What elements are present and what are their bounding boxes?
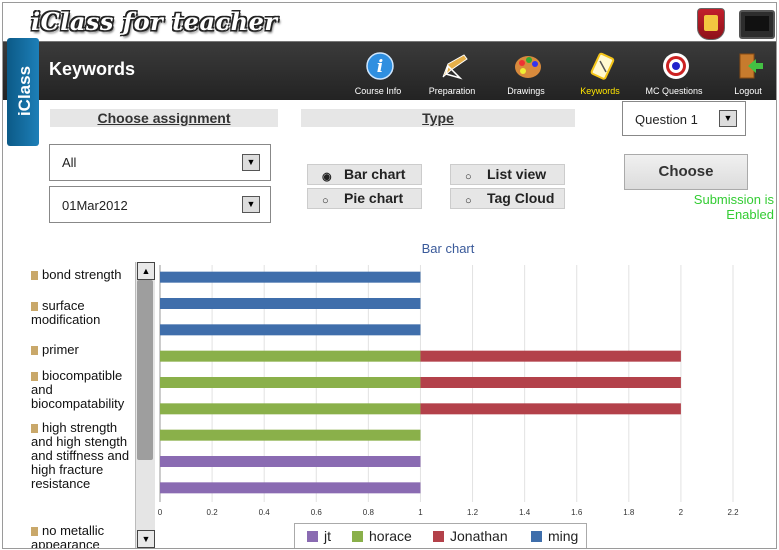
x-tick-label: 1.8 xyxy=(623,508,635,517)
bar-horace xyxy=(160,403,421,415)
x-tick-label: 1.2 xyxy=(467,508,479,517)
x-tick-label: 0.2 xyxy=(207,508,219,517)
x-tick-label: 0.6 xyxy=(311,508,323,517)
x-tick-label: 0.4 xyxy=(259,508,271,517)
bar-ming xyxy=(160,271,421,283)
legend-label: Jonathan xyxy=(450,528,508,544)
x-tick-label: 1 xyxy=(418,508,423,517)
legend-item[interactable]: horace xyxy=(352,528,412,544)
bar-horace xyxy=(160,350,421,362)
bar-ming xyxy=(160,324,421,336)
x-tick-label: 0 xyxy=(158,508,163,517)
x-tick-label: 2.2 xyxy=(727,508,739,517)
app-window: iClass for teacher Keywords i Course Inf… xyxy=(2,2,777,549)
bar-jonathan xyxy=(420,350,681,362)
x-tick-label: 2 xyxy=(679,508,684,517)
bar-jt xyxy=(160,456,421,467)
bar-jonathan xyxy=(420,403,681,415)
keyword-bar-chart: 0 0.2 0.4 0.6 0.8 1 1.2 1.4 1.6 1.8 2 2.2 xyxy=(158,265,739,517)
legend-swatch-jonathan xyxy=(433,531,444,542)
legend-swatch-ming xyxy=(531,531,542,542)
x-tick-label: 0.8 xyxy=(363,508,375,517)
legend-label: ming xyxy=(548,528,579,544)
legend-swatch-jt xyxy=(307,531,318,542)
legend-swatch-horace xyxy=(352,531,363,542)
legend-item[interactable]: Jonathan xyxy=(433,528,508,544)
x-tick-label: 1.4 xyxy=(519,508,531,517)
bar-jonathan xyxy=(420,377,681,388)
legend-label: horace xyxy=(369,528,412,544)
bar-horace xyxy=(160,429,421,441)
legend-label: jt xyxy=(324,528,331,544)
bar-horace xyxy=(160,377,421,388)
bar-jt xyxy=(160,482,421,494)
legend-item[interactable]: jt xyxy=(307,528,331,544)
bar-ming xyxy=(160,298,421,309)
chart-legend: jt horace Jonathan ming xyxy=(294,523,587,548)
legend-item[interactable]: ming xyxy=(531,528,578,544)
x-tick-label: 1.6 xyxy=(571,508,583,517)
